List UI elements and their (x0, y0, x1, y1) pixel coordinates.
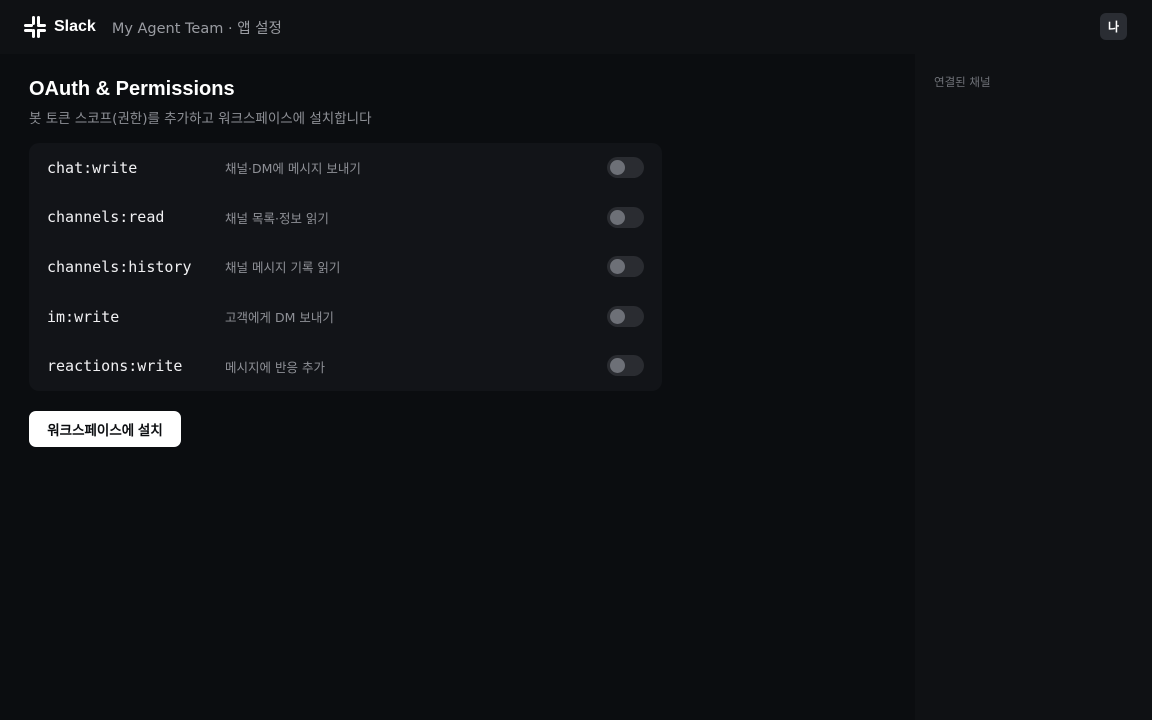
toggle-knob (610, 308, 625, 324)
toggle-knob (610, 160, 625, 175)
scope-name: chat:write (47, 158, 138, 177)
scope-row-channels-read: channels:read 채널 목록·정보 읽기 (29, 193, 662, 243)
scope-description: 채널 목록·정보 읽기 (225, 210, 329, 226)
top-bar: Slack My Agent Team · 앱 설정 나 (0, 0, 1152, 54)
scope-list: chat:write 채널·DM에 메시지 보내기 channels:read … (29, 143, 662, 391)
avatar[interactable]: 나 (1100, 13, 1127, 40)
toggle-knob (610, 358, 625, 374)
scope-row-channels-history: channels:history 채널 메시지 기록 읽기 (29, 242, 662, 292)
scope-description: 메시지에 반응 추가 (225, 359, 325, 375)
scope-toggle-chat-write[interactable] (607, 157, 644, 178)
scope-description: 채널·DM에 메시지 보내기 (225, 161, 361, 177)
toggle-knob (610, 259, 625, 275)
brand-name: Slack (54, 18, 96, 35)
page-subtitle: 봇 토큰 스코프(권한)를 추가하고 워크스페이스에 설치합니다 (29, 111, 372, 127)
panel-title: 연결된 채널 (934, 75, 991, 89)
scope-toggle-im-write[interactable] (607, 305, 644, 327)
scope-description: 채널 메시지 기록 읽기 (225, 260, 341, 276)
scope-row-reactions-write: reactions:write 메시지에 반응 추가 (29, 341, 662, 391)
page-title: OAuth & Permissions (29, 78, 235, 100)
scope-name: channels:history (47, 257, 192, 276)
scope-name: im:write (47, 307, 120, 326)
slack-logo-icon (24, 16, 46, 38)
connected-channels-panel: 연결된 채널 (915, 54, 1152, 720)
scope-toggle-reactions-write[interactable] (607, 355, 644, 377)
scope-name: reactions:write (47, 357, 183, 376)
scope-row-im-write: im:write 고객에게 DM 보내기 (29, 292, 662, 342)
scope-name: channels:read (47, 208, 165, 227)
scope-description: 고객에게 DM 보내기 (225, 310, 334, 326)
toggle-knob (610, 209, 625, 225)
install-to-workspace-button[interactable]: 워크스페이스에 설치 (29, 411, 181, 447)
main-content: OAuth & Permissions 봇 토큰 스코프(권한)를 추가하고 워… (0, 54, 915, 720)
scope-row-chat-write: chat:write 채널·DM에 메시지 보내기 (29, 143, 662, 193)
brand[interactable]: Slack (24, 16, 96, 38)
scope-toggle-channels-read[interactable] (607, 206, 644, 228)
app-context-title: My Agent Team · 앱 설정 (111, 20, 282, 37)
scope-toggle-channels-history[interactable] (607, 256, 644, 278)
